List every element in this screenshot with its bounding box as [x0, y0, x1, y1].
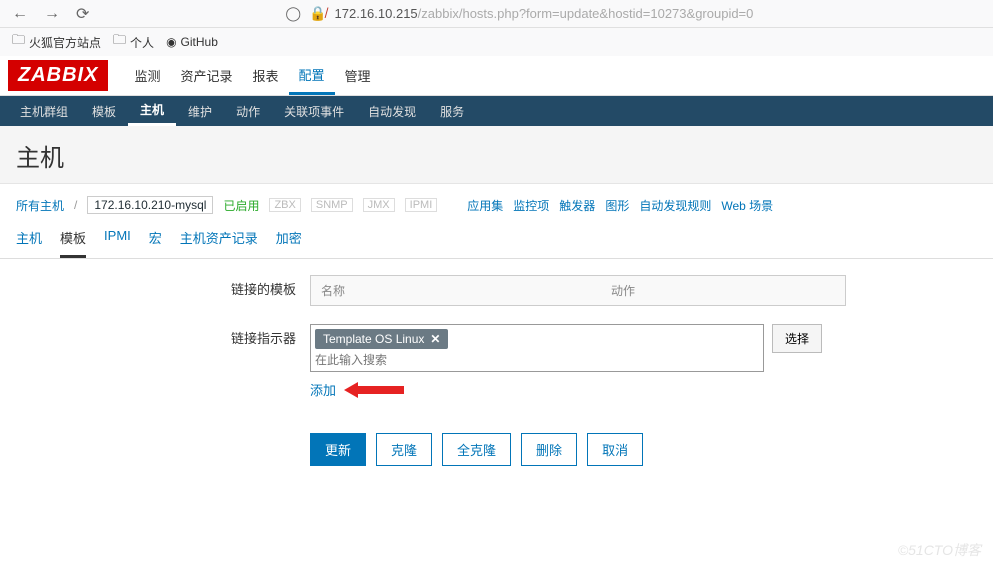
nav-monitoring[interactable]: 监测	[124, 56, 170, 95]
link-triggers[interactable]: 触发器	[559, 197, 595, 214]
tag-ipmi: IPMI	[405, 198, 438, 212]
back-icon[interactable]: ←	[12, 5, 28, 23]
github-icon: ◉	[166, 35, 176, 49]
label-link-indicator: 链接指示器	[40, 324, 310, 399]
crumb-all-hosts[interactable]: 所有主机	[16, 197, 64, 214]
col-name: 名称	[311, 276, 601, 305]
tab-encryption[interactable]: 加密	[276, 228, 302, 258]
shield-icon: ◯	[285, 5, 301, 22]
link-applications[interactable]: 应用集	[467, 197, 503, 214]
template-multiselect[interactable]: Template OS Linux ✕	[310, 324, 764, 372]
tab-host[interactable]: 主机	[16, 228, 42, 258]
subnav-maintenance[interactable]: 维护	[176, 96, 224, 126]
subnav-discovery[interactable]: 自动发现	[356, 96, 428, 126]
template-chip: Template OS Linux ✕	[315, 329, 448, 349]
bookmark-firefox[interactable]: 🗀火狐官方站点	[12, 31, 101, 53]
crumb-separator: /	[74, 198, 77, 212]
crumb-hostname: 172.16.10.210-mysql	[87, 196, 213, 214]
nav-reports[interactable]: 报表	[242, 56, 288, 95]
subnav-correlation[interactable]: 关联项事件	[272, 96, 356, 126]
add-link[interactable]: 添加	[310, 380, 336, 399]
page-title: 主机	[0, 126, 993, 183]
subnav-hosts[interactable]: 主机	[128, 96, 176, 126]
label-linked-templates: 链接的模板	[40, 275, 310, 306]
nav-configuration[interactable]: 配置	[289, 56, 335, 95]
tab-macros[interactable]: 宏	[149, 228, 162, 258]
tab-ipmi[interactable]: IPMI	[104, 228, 131, 258]
col-action: 动作	[601, 276, 645, 305]
link-discovery-rules[interactable]: 自动发现规则	[639, 197, 711, 214]
tag-jmx: JMX	[363, 198, 395, 212]
chip-remove-icon[interactable]: ✕	[430, 332, 440, 346]
clone-button[interactable]: 克隆	[376, 433, 432, 466]
bookmark-github[interactable]: ◉GitHub	[166, 35, 218, 49]
url-text: 172.16.10.215/zabbix/hosts.php?form=upda…	[335, 6, 754, 21]
cancel-button[interactable]: 取消	[587, 433, 643, 466]
linked-templates-table: 名称 动作	[310, 275, 846, 306]
tag-snmp: SNMP	[311, 198, 353, 212]
forward-icon[interactable]: →	[44, 5, 60, 23]
zabbix-logo[interactable]: ZABBIX	[8, 60, 108, 91]
lock-broken-icon: 🔒̸	[309, 5, 326, 22]
tag-zbx: ZBX	[269, 198, 300, 212]
link-items[interactable]: 监控项	[513, 197, 549, 214]
watermark: ©51CTO博客	[898, 540, 981, 560]
subnav-actions[interactable]: 动作	[224, 96, 272, 126]
link-web-scenarios[interactable]: Web 场景	[721, 197, 773, 214]
tab-templates[interactable]: 模板	[60, 228, 86, 258]
full-clone-button[interactable]: 全克隆	[442, 433, 511, 466]
tab-inventory[interactable]: 主机资产记录	[180, 228, 258, 258]
red-arrow-icon	[344, 382, 404, 398]
subnav-templates[interactable]: 模板	[80, 96, 128, 126]
delete-button[interactable]: 删除	[521, 433, 577, 466]
bookmark-personal[interactable]: 🗀个人	[113, 31, 154, 53]
folder-icon: 🗀	[12, 31, 25, 53]
reload-icon[interactable]: ⟳	[76, 4, 89, 24]
select-button[interactable]: 选择	[772, 324, 822, 353]
status-enabled: 已启用	[223, 197, 259, 214]
subnav-hostgroups[interactable]: 主机群组	[8, 96, 80, 126]
nav-administration[interactable]: 管理	[335, 56, 381, 95]
update-button[interactable]: 更新	[310, 433, 366, 466]
subnav-services[interactable]: 服务	[428, 96, 476, 126]
link-graphs[interactable]: 图形	[605, 197, 629, 214]
nav-inventory[interactable]: 资产记录	[170, 56, 242, 95]
template-search-input[interactable]	[315, 353, 759, 367]
folder-icon: 🗀	[113, 31, 126, 53]
